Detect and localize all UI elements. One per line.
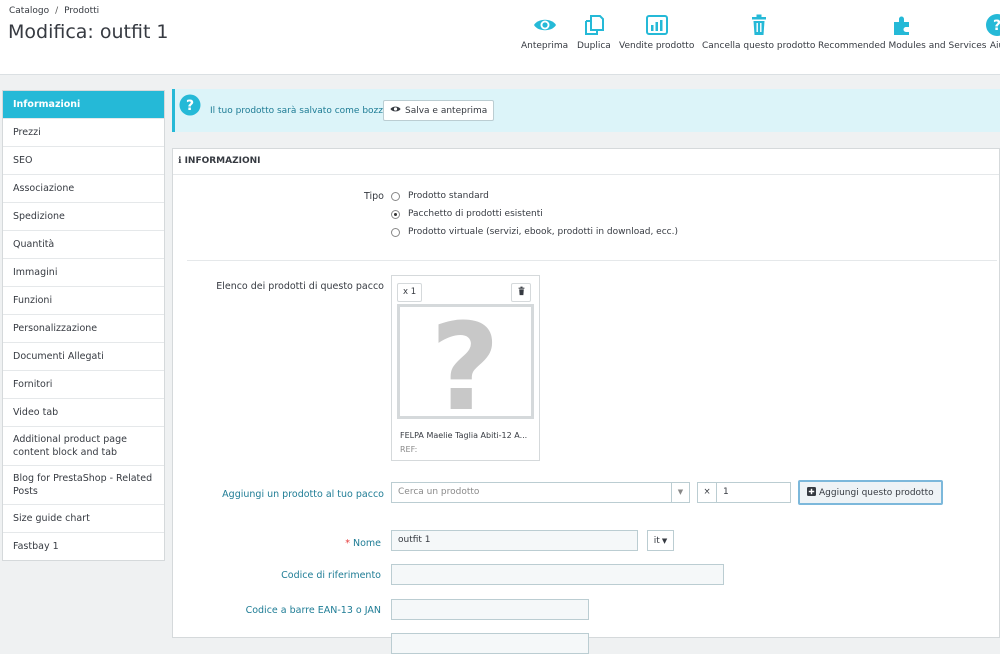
type-option-standard[interactable]: Prodotto standard — [391, 191, 489, 201]
sidebar-item-size-guide[interactable]: Size guide chart — [3, 505, 164, 533]
sidebar-item-video-tab[interactable]: Video tab — [3, 399, 164, 427]
required-asterisk: * — [345, 538, 350, 549]
sidebar-item-prezzi[interactable]: Prezzi — [3, 119, 164, 147]
page-title: Modifica: outfit 1 — [8, 21, 169, 43]
sidebar-item-personalizzazione[interactable]: Personalizzazione — [3, 315, 164, 343]
radio-virtual[interactable] — [391, 227, 400, 237]
toolbar-preview-label: Anteprima — [521, 41, 569, 51]
svg-text:?: ? — [186, 98, 194, 114]
name-label-text: Nome — [352, 538, 381, 549]
quantity-field[interactable]: × 1 — [697, 482, 791, 503]
trash-icon — [517, 286, 526, 299]
pack-item-name: FELPA Maelie Taglia Abiti-12 A... — [400, 431, 528, 440]
eye-icon — [390, 105, 401, 116]
quantity-value: 1 — [723, 487, 729, 497]
product-tabs-sidebar: Informazioni Prezzi SEO Associazione Spe… — [2, 90, 165, 561]
times-icon: × — [698, 483, 717, 502]
type-option-standard-label: Prodotto standard — [408, 191, 489, 201]
breadcrumb-separator: / — [55, 6, 59, 16]
sidebar-item-funzioni[interactable]: Funzioni — [3, 287, 164, 315]
caret-down-icon: ▼ — [661, 536, 668, 545]
toolbar-modules-button[interactable]: Recommended Modules and Services — [818, 13, 986, 51]
add-this-product-button[interactable]: Aggiungi questo prodotto — [798, 480, 943, 505]
question-mark-icon: ? — [430, 299, 500, 438]
type-label: Tipo — [364, 191, 384, 202]
help-icon: ? — [179, 94, 201, 116]
breadcrumb-catalog[interactable]: Catalogo — [9, 6, 49, 16]
toolbar-modules-label: Recommended Modules and Services — [818, 41, 987, 51]
plus-square-icon — [807, 486, 816, 499]
sidebar-item-seo[interactable]: SEO — [3, 147, 164, 175]
radio-standard[interactable] — [391, 191, 400, 201]
sidebar-item-additional-content[interactable]: Additional product page content block an… — [3, 427, 164, 466]
panel-heading: ℹ INFORMAZIONI — [173, 149, 999, 175]
product-search-placeholder: Cerca un prodotto — [398, 487, 480, 497]
toolbar-help-button[interactable]: ? Aiu — [985, 13, 1000, 51]
breadcrumb: Catalogo / Prodotti — [9, 6, 99, 16]
sidebar-item-blog-related-posts[interactable]: Blog for PrestaShop - Related Posts — [3, 466, 164, 505]
toolbar-sales-button[interactable]: Vendite prodotto — [619, 13, 694, 51]
next-field-input[interactable] — [391, 633, 589, 654]
ean-label: Codice a barre EAN-13 o JAN — [245, 605, 381, 616]
type-option-pack-label: Pacchetto di prodotti esistenti — [408, 209, 543, 219]
bar-chart-icon — [619, 13, 694, 37]
sidebar-item-associazione[interactable]: Associazione — [3, 175, 164, 203]
pack-list-label: Elenco dei prodotti di questo pacco — [216, 281, 384, 292]
puzzle-icon — [818, 13, 986, 37]
help-icon: ? — [985, 13, 1000, 37]
save-and-preview-button[interactable]: Salva e anteprima — [383, 100, 495, 121]
save-and-preview-label: Salva e anteprima — [405, 105, 488, 116]
product-search-input[interactable]: Cerca un prodotto ▼ — [391, 482, 690, 503]
chevron-down-icon[interactable]: ▼ — [671, 483, 689, 502]
eye-icon — [521, 13, 568, 37]
svg-text:?: ? — [430, 307, 500, 416]
sidebar-item-informazioni[interactable]: Informazioni — [3, 91, 164, 119]
pack-item-quantity: x 1 — [397, 283, 423, 302]
ean-input[interactable] — [391, 599, 589, 620]
breadcrumb-products[interactable]: Prodotti — [64, 6, 99, 16]
type-option-pack[interactable]: Pacchetto di prodotti esistenti — [391, 209, 543, 219]
name-label: * Nome — [173, 538, 381, 549]
svg-text:?: ? — [993, 18, 1000, 34]
toolbar-preview-button[interactable]: Anteprima — [521, 13, 568, 51]
language-code: it — [653, 535, 660, 546]
draft-alert: ? Il tuo prodotto sarà salvato come bozz… — [172, 89, 1000, 132]
name-input[interactable]: outfit 1 — [391, 530, 638, 551]
pack-item-ref: REF: — [400, 445, 418, 454]
add-product-label: Aggiungi un prodotto al tuo pacco — [222, 489, 384, 500]
copy-icon — [577, 13, 611, 37]
pack-product-card: x 1 ? FELPA Maelie Taglia Abiti-12 A... … — [391, 275, 540, 461]
sidebar-item-spedizione[interactable]: Spedizione — [3, 203, 164, 231]
sidebar-item-documenti-allegati[interactable]: Documenti Allegati — [3, 343, 164, 371]
toolbar-sales-label: Vendite prodotto — [619, 41, 695, 51]
type-option-virtual-label: Prodotto virtuale (servizi, ebook, prodo… — [408, 227, 678, 237]
toolbar-delete-label: Cancella questo prodotto — [702, 41, 816, 51]
toolbar-duplicate-label: Duplica — [577, 41, 611, 51]
page-header: Catalogo / Prodotti Modifica: outfit 1 Ant… — [0, 0, 1000, 75]
reference-label: Codice di riferimento — [281, 570, 381, 581]
trash-icon — [702, 13, 815, 37]
panel-heading-label: INFORMAZIONI — [184, 156, 261, 166]
language-dropdown[interactable]: it ▼ — [647, 530, 674, 551]
sidebar-item-fornitori[interactable]: Fornitori — [3, 371, 164, 399]
alert-message: Il tuo prodotto sarà salvato come bozza. — [210, 106, 392, 116]
information-panel: ℹ INFORMAZIONI Tipo Prodotto standard Pa… — [172, 148, 1000, 654]
toolbar-help-label: Aiu — [989, 41, 1000, 51]
radio-pack[interactable] — [391, 209, 400, 219]
pack-item-delete-button[interactable] — [511, 283, 531, 302]
sidebar-item-quantita[interactable]: Quantità — [3, 231, 164, 259]
product-image-placeholder: ? — [397, 299, 534, 438]
sidebar-item-immagini[interactable]: Immagini — [3, 259, 164, 287]
add-this-product-label: Aggiungi questo prodotto — [819, 487, 934, 498]
toolbar-duplicate-button[interactable]: Duplica — [577, 13, 611, 51]
sidebar-item-fastbay[interactable]: Fastbay 1 — [3, 533, 164, 560]
section-divider — [187, 260, 997, 261]
type-option-virtual[interactable]: Prodotto virtuale (servizi, ebook, prodo… — [391, 227, 678, 237]
toolbar-delete-button[interactable]: Cancella questo prodotto — [702, 13, 815, 51]
reference-input[interactable] — [391, 564, 724, 585]
